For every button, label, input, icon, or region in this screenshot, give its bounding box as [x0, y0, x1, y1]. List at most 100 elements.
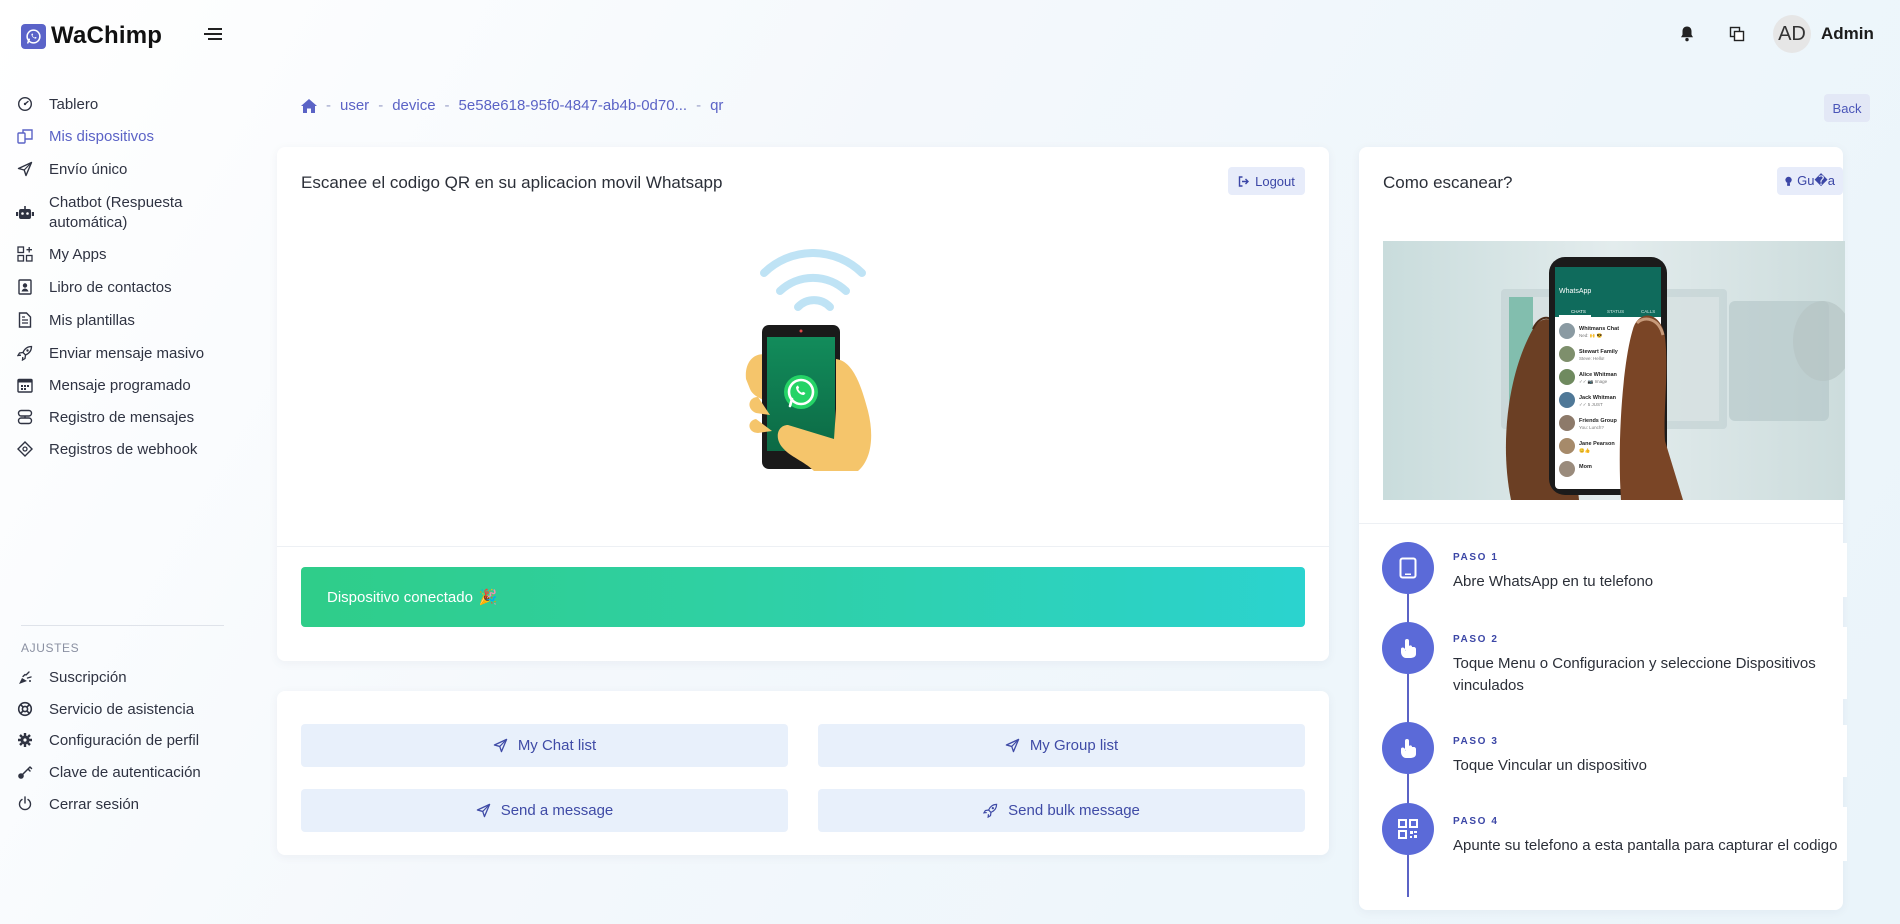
sidebar-item-templates[interactable]: Mis plantillas	[14, 311, 135, 331]
tablet-icon	[1382, 542, 1434, 594]
svg-text:STATUS: STATUS	[1607, 309, 1624, 314]
card-divider	[1359, 523, 1843, 524]
tap-hand-icon	[1382, 722, 1434, 774]
sidebar-item-label: Registros de webhook	[49, 441, 198, 458]
svg-text:Ned: 🙌 😎: Ned: 🙌 😎	[1579, 333, 1603, 338]
sidebar-item-message-log[interactable]: Registro de mensajes	[14, 408, 194, 428]
card-divider	[277, 546, 1329, 547]
home-icon[interactable]	[301, 98, 317, 113]
step-label: PASO 1	[1453, 552, 1499, 563]
send-icon	[14, 160, 36, 178]
sidebar-item-label: Mis plantillas	[49, 312, 135, 329]
sidebar-item-label: Clave de autenticación	[49, 764, 201, 781]
send-message-label: Send a message	[500, 802, 614, 819]
sidebar-item-dashboard[interactable]: Tablero	[14, 95, 98, 115]
subscription-icon	[14, 668, 36, 686]
sidebar-item-label: Tablero	[49, 96, 99, 113]
party-popper-icon: 🎉	[478, 589, 498, 606]
bell-icon[interactable]	[1679, 25, 1695, 43]
device-actions-card: My Chat list My Group list Send a messag…	[277, 691, 1329, 855]
how-to-scan-photo: WhatsApp CHATS STATUS CALLS Whitmans Cha…	[1383, 241, 1845, 500]
sidebar-item-bulk-message[interactable]: Enviar mensaje masivo	[14, 344, 204, 364]
send-icon	[493, 738, 508, 753]
breadcrumb-current: qr	[710, 97, 724, 114]
top-header: WaChimp AD Admin	[0, 0, 1900, 72]
step-label: PASO 2	[1453, 634, 1499, 645]
step-label: PASO 3	[1453, 736, 1499, 747]
chat-list-label: My Chat list	[517, 737, 597, 754]
lightbulb-icon	[1785, 176, 1792, 186]
rocket-icon	[983, 803, 998, 818]
avatar[interactable]: AD	[1773, 15, 1811, 53]
breadcrumb-user[interactable]: user	[340, 97, 369, 114]
sidebar-item-scheduled-message[interactable]: Mensaje programado	[14, 376, 191, 396]
svg-text:Steve: Hello!: Steve: Hello!	[1579, 356, 1605, 361]
back-button[interactable]: Back	[1824, 94, 1870, 122]
breadcrumb-device[interactable]: device	[392, 97, 435, 114]
webhook-icon	[14, 440, 36, 458]
whatsapp-logo-icon	[21, 23, 46, 49]
key-icon	[14, 763, 36, 781]
dashboard-icon	[14, 95, 36, 113]
gear-icon	[14, 731, 36, 749]
send-icon	[476, 803, 490, 818]
sidebar-item-label: Libro de contactos	[49, 279, 172, 296]
send-message-button[interactable]: Send a message	[301, 789, 788, 832]
phone-connected-illustration	[744, 249, 884, 471]
sidebar-item-label: Mis dispositivos	[49, 128, 155, 145]
brand[interactable]: WaChimp	[21, 22, 162, 50]
svg-text:✓✓ 5 JUST: ✓✓ 5 JUST	[1579, 402, 1603, 407]
menu-toggle-icon[interactable]	[204, 26, 222, 42]
settings-section-label: AJUSTES	[21, 641, 80, 655]
sidebar-item-my-devices[interactable]: Mis dispositivos	[14, 127, 154, 147]
sidebar-item-label: Envío único	[49, 161, 128, 178]
sidebar-item-webhook-logs[interactable]: Registros de webhook	[14, 440, 197, 460]
sidebar-item-my-apps[interactable]: My Apps	[14, 245, 107, 265]
sidebar-item-chatbot[interactable]: Chatbot (Respuesta automática)	[14, 193, 204, 233]
guide-label: Gu�a	[1797, 173, 1835, 188]
logout-icon	[1238, 175, 1250, 187]
sidebar-item-label: Registro de mensajes	[49, 409, 195, 426]
sidebar-item-label: Servicio de asistencia	[49, 701, 195, 718]
send-bulk-label: Send bulk message	[1008, 802, 1140, 819]
brand-name: WaChimp	[51, 22, 163, 49]
sidebar-item-subscription[interactable]: Suscripción	[14, 668, 127, 688]
svg-text:Jack Whitman: Jack Whitman	[1579, 395, 1617, 401]
sidebar-item-label: Configuración de perfil	[49, 732, 200, 749]
user-name[interactable]: Admin	[1821, 24, 1874, 44]
contacts-icon	[14, 278, 36, 296]
qr-card-title: Escanee el codigo QR en su aplicacion mo…	[301, 173, 723, 192]
sidebar-divider	[21, 625, 224, 626]
svg-text:😊👍: 😊👍	[1579, 447, 1591, 453]
svg-text:✓✓ 📷 Image: ✓✓ 📷 Image	[1579, 379, 1608, 384]
guide-card-title: Como escanear?	[1383, 173, 1513, 192]
sidebar-item-label: My Apps	[49, 246, 107, 263]
my-chat-list-button[interactable]: My Chat list	[301, 724, 788, 767]
fullscreen-icon[interactable]	[1728, 25, 1746, 43]
how-to-scan-card: Como escanear? Gu�a WhatsApp CHATS STATU…	[1359, 147, 1847, 910]
my-group-list-button[interactable]: My Group list	[818, 724, 1305, 767]
svg-text:CHATS: CHATS	[1571, 309, 1586, 314]
step-text: Apunte su telefono a esta pantalla para …	[1453, 837, 1838, 854]
svg-text:Jane Pearson: Jane Pearson	[1579, 441, 1615, 447]
step-text: Toque Vincular un dispositivo	[1453, 757, 1648, 774]
sidebar-item-single-send[interactable]: Envío único	[14, 160, 127, 180]
sidebar-item-profile-settings[interactable]: Configuración de perfil	[14, 731, 199, 751]
breadcrumb-device-id[interactable]: 5e58e618-95f0-4847-ab4b-0d70...	[459, 97, 688, 114]
sidebar-item-contacts[interactable]: Libro de contactos	[14, 278, 172, 298]
power-icon	[14, 795, 36, 813]
logout-button[interactable]: Logout	[1228, 167, 1305, 195]
sidebar-item-auth-key[interactable]: Clave de autenticación	[14, 763, 201, 783]
sidebar-item-label: Suscripción	[49, 669, 127, 686]
calendar-icon	[14, 376, 36, 394]
templates-icon	[14, 311, 36, 329]
qrcode-icon	[1382, 803, 1434, 855]
tap-hand-icon	[1382, 622, 1434, 674]
svg-text:You: Lunch?: You: Lunch?	[1579, 425, 1604, 430]
send-bulk-message-button[interactable]: Send bulk message	[818, 789, 1305, 832]
sidebar-item-logout[interactable]: Cerrar sesión	[14, 795, 139, 815]
breadcrumb: - user - device - 5e58e618-95f0-4847-ab4…	[301, 97, 723, 114]
sidebar-item-support[interactable]: Servicio de asistencia	[14, 700, 194, 720]
devices-icon	[14, 127, 36, 145]
guide-button[interactable]: Gu�a	[1777, 167, 1843, 195]
